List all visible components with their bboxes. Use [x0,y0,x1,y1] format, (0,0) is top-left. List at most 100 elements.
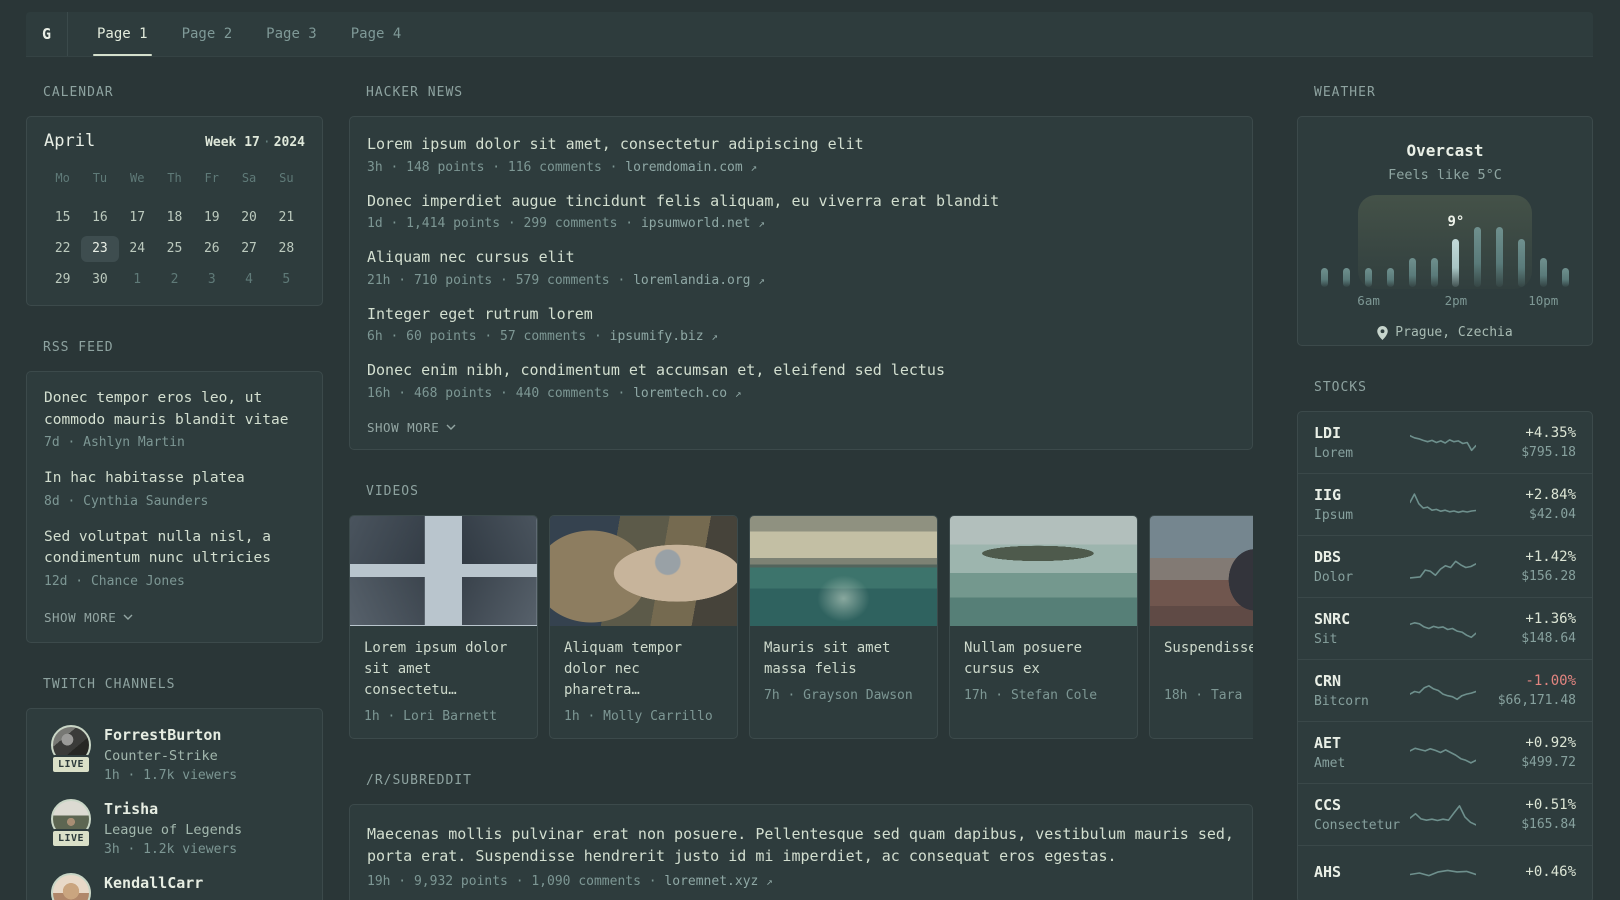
stock-row[interactable]: SNRC Sit +1.36% $148.64 [1298,597,1592,659]
hn-item-domain-link[interactable]: ipsumworld.net ↗ [641,216,765,231]
hn-item-title[interactable]: Lorem ipsum dolor sit amet, consectetur … [367,134,1235,156]
hn-item-domain: loremtech.co [633,385,728,401]
chevron-down-icon [123,614,133,620]
calendar-day: 28 [278,241,295,256]
weather-bar-slot [1401,209,1423,287]
twitch-channel-name[interactable]: ForrestBurton [104,726,237,744]
twitch-channel-row[interactable]: KendallCarr [44,872,305,900]
tab-page-2[interactable]: Page 2 [170,12,245,56]
hacker-news-section-title: HACKER NEWS [366,85,464,100]
rss-item-title[interactable]: Donec tempor eros leo, ut commodo mauris… [44,388,305,431]
calendar-weekday: We [129,171,145,185]
stock-values: +2.84% $42.04 [1476,487,1576,522]
hn-item-domain-link[interactable]: ipsumify.biz ↗ [610,329,718,344]
weather-time-label: 6am [1357,293,1380,308]
stock-row[interactable]: AHS +0.46% [1298,845,1592,900]
calendar-day: 27 [241,241,257,256]
subreddit-meta-text: 19h · 9,932 points · 1,090 comments · [367,873,665,889]
stock-row[interactable]: IIG Ipsum +2.84% $42.04 [1298,473,1592,535]
weather-bar-current [1452,239,1460,287]
hn-item-domain-link[interactable]: loremdomain.com ↗ [625,160,757,175]
hn-item-title[interactable]: Integer eget rutrum lorem [367,304,1235,326]
tab-page-3[interactable]: Page 3 [254,12,329,56]
stock-price: $156.28 [1521,569,1576,584]
hn-item-title[interactable]: Donec enim nibh, condimentum et accumsan… [367,360,1235,382]
external-link-icon: ↗ [758,217,765,230]
stock-sparkline [1409,799,1477,831]
video-title: Mauris sit amet massa felis [764,639,891,677]
weather-bar [1430,258,1438,287]
stock-id: CCS Consectetur [1314,796,1410,833]
video-body: Aliquam tempor dolor nec pharetra… 1h · … [550,626,737,738]
hn-item-meta: 3h · 148 points · 116 comments · loremdo… [367,160,1235,175]
videos-widget: VIDEOS Lorem ipsum dolor sit amet consec… [349,484,1253,739]
stock-row[interactable]: LDI Lorem +4.35% $795.18 [1298,412,1592,473]
calendar-day: 15 [54,210,71,225]
stock-sparkline [1409,489,1477,521]
video-card[interactable]: Nullam posuere cursus ex 17h · Stefan Co… [949,514,1138,739]
stock-ticker: AET [1314,734,1342,752]
subreddit-domain-link[interactable]: loremnet.xyz ↗ [664,874,772,889]
hn-item-domain-link[interactable]: loremlandia.org ↗ [633,273,765,288]
hn-item-meta: 1d · 1,414 points · 299 comments · ipsum… [367,216,1235,231]
weather-time-label: 2pm [1444,293,1468,308]
video-card[interactable]: Mauris sit amet massa felis 7h · Grayson… [749,514,938,739]
stock-price: $148.64 [1521,631,1576,646]
subreddit-post-title[interactable]: Maecenas mollis pulvinar erat non posuer… [367,823,1235,868]
hn-item-domain-link[interactable]: loremtech.co ↗ [633,386,741,401]
live-badge: LIVE [50,828,92,848]
external-link-icon: ↗ [750,160,758,174]
twitch-channel-row[interactable]: LIVE Trisha League of Legends 3h · 1.2k … [44,798,305,857]
hn-show-more-button[interactable]: SHOW MORE [367,420,456,435]
rss-item: In hac habitasse platea 8d · Cynthia Sau… [44,468,305,509]
tab-page-4[interactable]: Page 4 [339,12,414,56]
stock-name: Ipsum [1314,508,1354,523]
stock-row[interactable]: DBS Dolor +1.42% $156.28 [1298,535,1592,597]
video-title: Lorem ipsum dolor sit amet consectetu… [364,639,508,698]
twitch-channel-name[interactable]: Trisha [104,800,242,818]
rss-show-more-button[interactable]: SHOW MORE [44,610,133,625]
calendar-weekday: Fr [204,171,219,185]
calendar-day: 22 [54,241,71,256]
calendar-day: 20 [241,210,257,225]
twitch-channel-row[interactable]: LIVE ForrestBurton Counter-Strike 1h · 1… [44,724,305,783]
video-card[interactable]: Suspendisse diam 18h · Tara [1149,514,1253,739]
twitch-avatar-col: LIVE [44,724,98,783]
calendar-weekday: Mo [55,171,70,185]
weather-bar-slot [1336,209,1358,287]
video-thumbnail [550,515,737,626]
twitch-channel-info: Trisha League of Legends 3h · 1.2k viewe… [98,799,242,857]
hn-item-title[interactable]: Donec imperdiet augue tincidunt felis al… [367,191,1235,213]
video-body: Lorem ipsum dolor sit amet consectetu… 1… [350,626,537,738]
stock-id: LDI Lorem [1314,424,1410,461]
stock-price: $499.72 [1521,755,1576,770]
stock-row[interactable]: CRN Bitcorn -1.00% $66,171.48 [1298,659,1592,721]
calendar-day-selected: 23 [81,236,119,262]
twitch-channel-meta: 3h · 1.2k viewers [104,841,238,857]
weather-chart: 9° [1314,195,1576,289]
twitch-channel-name[interactable]: KendallCarr [104,874,203,892]
stock-values: +0.92% $499.72 [1476,735,1576,770]
stock-row[interactable]: CCS Consectetur +0.51% $165.84 [1298,783,1592,845]
stock-change: +0.51% [1525,797,1576,813]
stock-ticker: LDI [1314,424,1342,442]
left-column: CALENDAR April Week 17 · 2024 Mo Tu We Th Fr Sa… [26,85,323,900]
rss-item-title[interactable]: In hac habitasse platea [44,468,305,490]
video-card[interactable]: Lorem ipsum dolor sit amet consectetu… 1… [349,514,538,739]
hn-item-title[interactable]: Aliquam nec cursus elit [367,247,1235,269]
stock-change: +2.84% [1525,487,1576,503]
stock-change: +1.42% [1525,549,1576,565]
tab-page-1[interactable]: Page 1 [85,12,160,56]
calendar-day: 17 [129,210,146,225]
rss-item-meta: 7d · Ashlyn Martin [44,435,185,450]
calendar-widget: CALENDAR April Week 17 · 2024 Mo Tu We Th Fr Sa… [26,85,323,306]
rss-item: Donec tempor eros leo, ut commodo mauris… [44,388,305,450]
video-card[interactable]: Aliquam tempor dolor nec pharetra… 1h · … [549,514,738,739]
rss-item-title[interactable]: Sed volutpat nulla nisl, a condimentum n… [44,527,305,570]
stock-values: +0.51% $165.84 [1476,797,1576,832]
dashboard-page: G Page 1 Page 2 Page 3 Page 4 CALENDAR A… [0,0,1620,900]
stock-row[interactable]: AET Amet +0.92% $499.72 [1298,721,1592,783]
stock-id: SNRC Sit [1314,610,1410,647]
stock-price: $66,171.48 [1497,693,1576,708]
stock-ticker: SNRC [1314,610,1351,628]
